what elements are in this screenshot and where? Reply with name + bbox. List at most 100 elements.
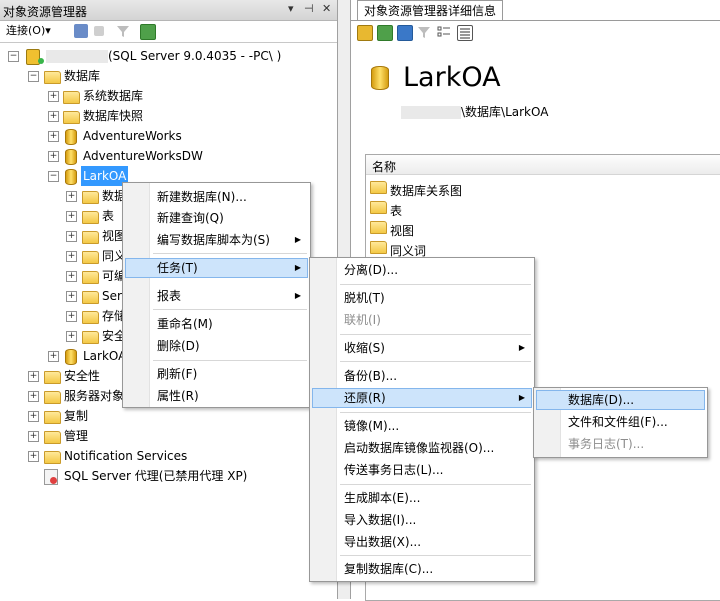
tree-notification-services[interactable]: + Notification Services [0, 446, 337, 466]
menu-item-new-database[interactable]: 新建数据库(N)... [125, 187, 308, 207]
menu-item-restore-database[interactable]: 数据库(D)... [536, 390, 705, 410]
collapse-icon[interactable]: − [28, 71, 39, 82]
redacted-server-name [401, 106, 461, 119]
tree-db-adventureworks[interactable]: + AdventureWorks [0, 126, 337, 146]
tree-server-node[interactable]: − (SQL Server 9.0.4035 - -PC\ ) [0, 46, 337, 66]
tree-database-snapshots[interactable]: + 数据库快照 [0, 106, 337, 126]
expand-icon[interactable]: + [48, 91, 59, 102]
filter-icon[interactable] [417, 25, 431, 39]
menu-item-properties[interactable]: 属性(R) [125, 386, 308, 406]
menu-item-bring-online: 联机(I) [344, 313, 381, 327]
details-view-icon[interactable] [457, 25, 473, 41]
folder-icon [82, 211, 99, 224]
menu-item-generate-scripts[interactable]: 生成脚本(E)... [312, 488, 532, 508]
menu-item-take-offline[interactable]: 脱机(T) [312, 288, 532, 308]
folder-icon [44, 431, 61, 444]
tree-management[interactable]: + 管理 [0, 426, 337, 446]
menu-item-shrink[interactable]: 收缩(S) ▶ [312, 338, 532, 358]
menu-item-detach[interactable]: 分离(D)... [312, 260, 532, 280]
tree-system-databases[interactable]: + 系统数据库 [0, 86, 337, 106]
expand-icon[interactable]: + [28, 371, 39, 382]
column-header-name[interactable]: 名称 [366, 155, 720, 175]
submenu-arrow-icon: ▶ [518, 343, 525, 352]
collapse-icon[interactable]: − [48, 171, 59, 182]
collapse-icon[interactable]: − [8, 51, 19, 62]
folder-icon [82, 291, 99, 304]
expand-icon[interactable]: + [66, 251, 77, 262]
expand-icon[interactable]: + [66, 291, 77, 302]
menu-item-rename[interactable]: 重命名(M) [125, 314, 308, 334]
tree-sql-agent[interactable]: SQL Server 代理(已禁用代理 XP) [0, 466, 337, 486]
database-title: LarkOA [403, 62, 501, 93]
close-icon[interactable]: ✕ [322, 2, 331, 15]
tree-db-adventureworksdw[interactable]: + AdventureWorksDW [0, 146, 337, 166]
filter-icon[interactable] [116, 24, 130, 38]
menu-item-new-query[interactable]: 新建查询(Q) [125, 208, 308, 228]
tree-replication[interactable]: + 复制 [0, 406, 337, 426]
folder-icon [82, 311, 99, 324]
expand-icon[interactable]: + [48, 151, 59, 162]
tab-divider [351, 20, 720, 21]
menu-item-refresh[interactable]: 刷新(F) [125, 364, 308, 384]
expand-icon[interactable]: + [28, 411, 39, 422]
expand-icon[interactable]: + [48, 351, 59, 362]
menu-separator [340, 412, 531, 413]
disconnect-icon[interactable] [74, 24, 88, 38]
expand-icon[interactable]: + [66, 231, 77, 242]
menu-item-launch-mirror-monitor[interactable]: 启动数据库镜像监视器(O)... [312, 438, 532, 458]
menu-item-reports[interactable]: 报表 ▶ [125, 286, 308, 306]
tab-object-explorer-details[interactable]: 对象资源管理器详细信息 [357, 0, 504, 21]
tree-label: 数据库 [64, 69, 101, 83]
server-label: (SQL Server 9.0.4035 - -PC\ ) [46, 46, 281, 66]
expand-icon[interactable]: + [28, 451, 39, 462]
expand-icon[interactable]: + [28, 391, 39, 402]
folder-icon [44, 411, 61, 424]
menu-item-mirror[interactable]: 镜像(M)... [312, 416, 532, 436]
expand-icon[interactable]: + [66, 331, 77, 342]
tree-label: 复制 [64, 409, 89, 423]
menu-item-delete[interactable]: 删除(D) [125, 336, 308, 356]
folder-icon [82, 191, 99, 204]
connect-button[interactable]: 连接(O)▾ [6, 23, 51, 39]
refresh-icon[interactable] [140, 24, 156, 40]
menu-item-ship-transaction-logs[interactable]: 传送事务日志(L)... [312, 460, 532, 480]
pin-icon[interactable]: ⊣ [304, 2, 314, 15]
tree-label: 数据库快照 [83, 109, 144, 123]
expand-icon[interactable]: + [66, 311, 77, 322]
object-explorer-toolbar: 连接(O)▾ [0, 21, 337, 43]
expand-icon[interactable]: + [66, 211, 77, 222]
folder-icon [44, 391, 61, 404]
expand-icon[interactable]: + [66, 271, 77, 282]
expand-icon[interactable]: + [66, 191, 77, 202]
database-icon [65, 349, 77, 365]
database-path: \数据库\LarkOA [401, 103, 548, 120]
tree-label: 服务器对象 [64, 389, 125, 403]
menu-item-backup[interactable]: 备份(B)... [312, 366, 532, 386]
refresh-icon[interactable] [377, 25, 393, 41]
sync-icon[interactable] [397, 25, 413, 41]
expand-icon[interactable]: + [48, 131, 59, 142]
submenu-arrow-icon: ▶ [518, 393, 525, 402]
list-view-icon[interactable] [437, 25, 451, 39]
folder-icon [370, 201, 387, 214]
restore-submenu: 数据库(D)... 文件和文件组(F)... 事务日志(T)... [533, 387, 708, 458]
up-level-icon[interactable] [357, 25, 373, 41]
tree-databases[interactable]: − 数据库 [0, 66, 337, 86]
menu-item-script-database[interactable]: 编写数据库脚本为(S) ▶ [125, 230, 308, 250]
menu-item-tasks[interactable]: 任务(T) ▶ [125, 258, 308, 278]
menu-item-export-data[interactable]: 导出数据(X)... [312, 532, 532, 552]
database-icon [65, 169, 77, 185]
folder-icon [44, 451, 61, 464]
expand-icon[interactable]: + [48, 111, 59, 122]
panel-title: 对象资源管理器 [3, 5, 88, 19]
expand-icon[interactable]: + [28, 431, 39, 442]
menu-item-import-data[interactable]: 导入数据(I)... [312, 510, 532, 530]
window-position-icon[interactable]: ▾ [288, 2, 294, 15]
tree-label: LarkOA [83, 349, 127, 363]
menu-item-restore[interactable]: 还原(R) ▶ [312, 388, 532, 408]
menu-item-copy-database[interactable]: 复制数据库(C)... [312, 559, 532, 579]
folder-icon [370, 181, 387, 194]
stop-icon[interactable] [94, 26, 104, 36]
tree-label: Ser [102, 289, 122, 303]
menu-item-restore-files[interactable]: 文件和文件组(F)... [536, 412, 705, 432]
